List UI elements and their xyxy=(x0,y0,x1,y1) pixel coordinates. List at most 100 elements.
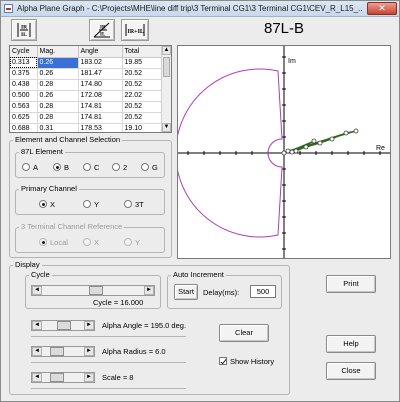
close-button[interactable]: Close xyxy=(326,362,376,380)
table-cell[interactable]: 183.02 xyxy=(78,57,123,69)
scale-text: Scale = 8 xyxy=(102,373,134,382)
column-header-cycle[interactable]: Cycle xyxy=(10,46,38,58)
table-cell[interactable]: 20.52 xyxy=(122,101,163,113)
table-row[interactable]: 0.563 0.28 174.81 20.52 xyxy=(10,101,163,113)
table-cell[interactable]: 0.500 xyxy=(10,90,38,102)
help-button[interactable]: Help xyxy=(326,335,376,353)
table-cell[interactable]: 0.625 xyxy=(10,112,38,124)
alpha-angle-text: Alpha Angle = 195.0 deg. xyxy=(102,321,187,330)
slider-left-arrow-icon[interactable]: ◄ xyxy=(32,286,42,295)
table-cell[interactable]: 19.10 xyxy=(122,123,163,132)
table-cell[interactable]: 0.26 xyxy=(37,57,79,69)
grid-vertical-scrollbar[interactable]: ▲ ▼ xyxy=(161,46,171,132)
radio-dot xyxy=(53,163,61,171)
cycle-slider-thumb[interactable] xyxy=(88,286,103,295)
alpha-radius-slider[interactable]: ◄ ► xyxy=(31,346,95,357)
table-row[interactable]: 0.313 0.26 183.02 19.85 xyxy=(10,57,163,69)
table-cell[interactable]: 174.80 xyxy=(78,79,123,91)
alpha-angle-slider-thumb[interactable] xyxy=(57,321,72,330)
trajectory-point xyxy=(281,150,287,156)
table-row[interactable]: 0.688 0.31 178.53 19.10 xyxy=(10,123,163,132)
radio-element-g[interactable]: G xyxy=(141,163,158,172)
scroll-thumb[interactable] xyxy=(163,57,170,77)
radio-element-2[interactable]: 2 xyxy=(112,163,127,172)
table-cell[interactable]: 20.52 xyxy=(122,68,163,80)
trajectory-point xyxy=(353,128,359,134)
slider-right-arrow-icon[interactable]: ► xyxy=(144,286,154,295)
slider-right-arrow-icon[interactable]: ► xyxy=(84,373,94,382)
radio-terminal-local[interactable]: Local xyxy=(39,238,68,247)
column-header-angle[interactable]: Angle xyxy=(78,46,123,58)
window-close-button[interactable]: ✕ xyxy=(367,2,397,15)
print-button[interactable]: Print xyxy=(326,275,376,293)
scale-slider[interactable]: ◄ ► xyxy=(31,372,95,383)
table-cell[interactable]: 0.26 xyxy=(37,90,79,102)
table-cell[interactable]: 20.52 xyxy=(122,112,163,124)
ratio-magnitude-button[interactable]: IR IL xyxy=(11,19,37,41)
radio-channel-3t[interactable]: 3T xyxy=(124,200,144,209)
table-row[interactable]: 0.500 0.26 172.08 22.02 xyxy=(10,90,163,102)
table-cell[interactable]: 174.81 xyxy=(78,112,123,124)
table-row[interactable]: 0.438 0.28 174.80 20.52 xyxy=(10,79,163,91)
table-cell[interactable]: 0.563 xyxy=(10,101,38,113)
trajectory-point xyxy=(317,140,323,146)
table-row[interactable]: 0.375 0.26 181.47 20.52 xyxy=(10,68,163,80)
element-87l-label: 87L Element xyxy=(19,147,65,156)
table-cell[interactable]: 0.28 xyxy=(37,79,79,91)
column-header-mag[interactable]: Mag. xyxy=(37,46,79,58)
table-cell[interactable]: 178.53 xyxy=(78,123,123,132)
title-bar[interactable]: Alpha Plane Graph - C:\Projects\MHE\line… xyxy=(1,1,399,17)
table-cell[interactable]: 0.688 xyxy=(10,123,38,132)
slider-right-arrow-icon[interactable]: ► xyxy=(84,347,94,356)
table-cell[interactable]: 0.375 xyxy=(10,68,38,80)
clear-button[interactable]: Clear xyxy=(219,324,269,342)
table-cell[interactable]: 172.08 xyxy=(78,90,123,102)
show-history-checkbox[interactable]: Show History xyxy=(219,357,274,366)
scroll-up-arrow-icon[interactable]: ▲ xyxy=(162,46,171,55)
radio-channel-y[interactable]: Y xyxy=(83,200,99,209)
cycle-label: Cycle xyxy=(29,270,52,279)
table-cell[interactable]: 174.81 xyxy=(78,101,123,113)
table-cell[interactable]: 181.47 xyxy=(78,68,123,80)
slider-left-arrow-icon[interactable]: ◄ xyxy=(32,347,42,356)
column-header-total[interactable]: Total xyxy=(122,46,163,58)
alpha-angle-slider[interactable]: ◄ ► xyxy=(31,320,95,331)
slider-right-arrow-icon[interactable]: ► xyxy=(84,321,94,330)
display-label: Display xyxy=(13,260,42,269)
radio-channel-x[interactable]: X xyxy=(39,200,55,209)
radio-element-a[interactable]: A xyxy=(22,163,38,172)
scale-slider-thumb[interactable] xyxy=(49,373,64,382)
table-cell[interactable]: 0.438 xyxy=(10,79,38,91)
table-cell[interactable]: 22.02 xyxy=(122,90,163,102)
svg-text:IL: IL xyxy=(100,33,106,38)
window-title: Alpha Plane Graph - C:\Projects\MHE\line… xyxy=(17,4,362,13)
table-cell[interactable]: 20.52 xyxy=(122,79,163,91)
radio-terminal-x[interactable]: X xyxy=(83,238,99,247)
alpha-radius-slider-thumb[interactable] xyxy=(49,347,64,356)
table-cell[interactable]: 0.28 xyxy=(37,112,79,124)
ratio-angle-button[interactable]: IR IL xyxy=(89,19,115,41)
slider-left-arrow-icon[interactable]: ◄ xyxy=(32,373,42,382)
radio-dot xyxy=(112,163,120,171)
cycle-slider[interactable]: ◄ ► xyxy=(31,285,155,296)
delay-input[interactable]: 500 xyxy=(250,285,276,298)
sum-magnitude-button[interactable]: IR+IL xyxy=(121,19,149,41)
radio-element-c[interactable]: C xyxy=(83,163,99,172)
radio-terminal-y[interactable]: Y xyxy=(124,238,140,247)
table-row[interactable]: 0.625 0.28 174.81 20.52 xyxy=(10,112,163,124)
radio-dot xyxy=(39,200,47,208)
radio-element-b[interactable]: B xyxy=(53,163,69,172)
start-button[interactable]: Start xyxy=(174,284,198,300)
alpha-plane-plot[interactable]: Im Re xyxy=(175,45,391,259)
terminal3-reference-label: 3 Terminal Channel Reference xyxy=(19,222,125,231)
table-cell[interactable]: 0.26 xyxy=(37,68,79,80)
table-cell[interactable]: 19.85 xyxy=(122,57,163,69)
table-cell[interactable]: 0.31 xyxy=(37,123,79,132)
cycle-data-grid[interactable]: Cycle Mag. Angle Total 0.313 0.26 183.02… xyxy=(9,45,172,133)
cycle-value-text: Cycle = 16.000 xyxy=(93,298,144,307)
radio-dot xyxy=(83,163,91,171)
table-cell[interactable]: 0.28 xyxy=(37,101,79,113)
slider-left-arrow-icon[interactable]: ◄ xyxy=(32,321,42,330)
table-cell[interactable]: 0.313 xyxy=(10,57,38,69)
scroll-down-arrow-icon[interactable]: ▼ xyxy=(162,123,171,132)
